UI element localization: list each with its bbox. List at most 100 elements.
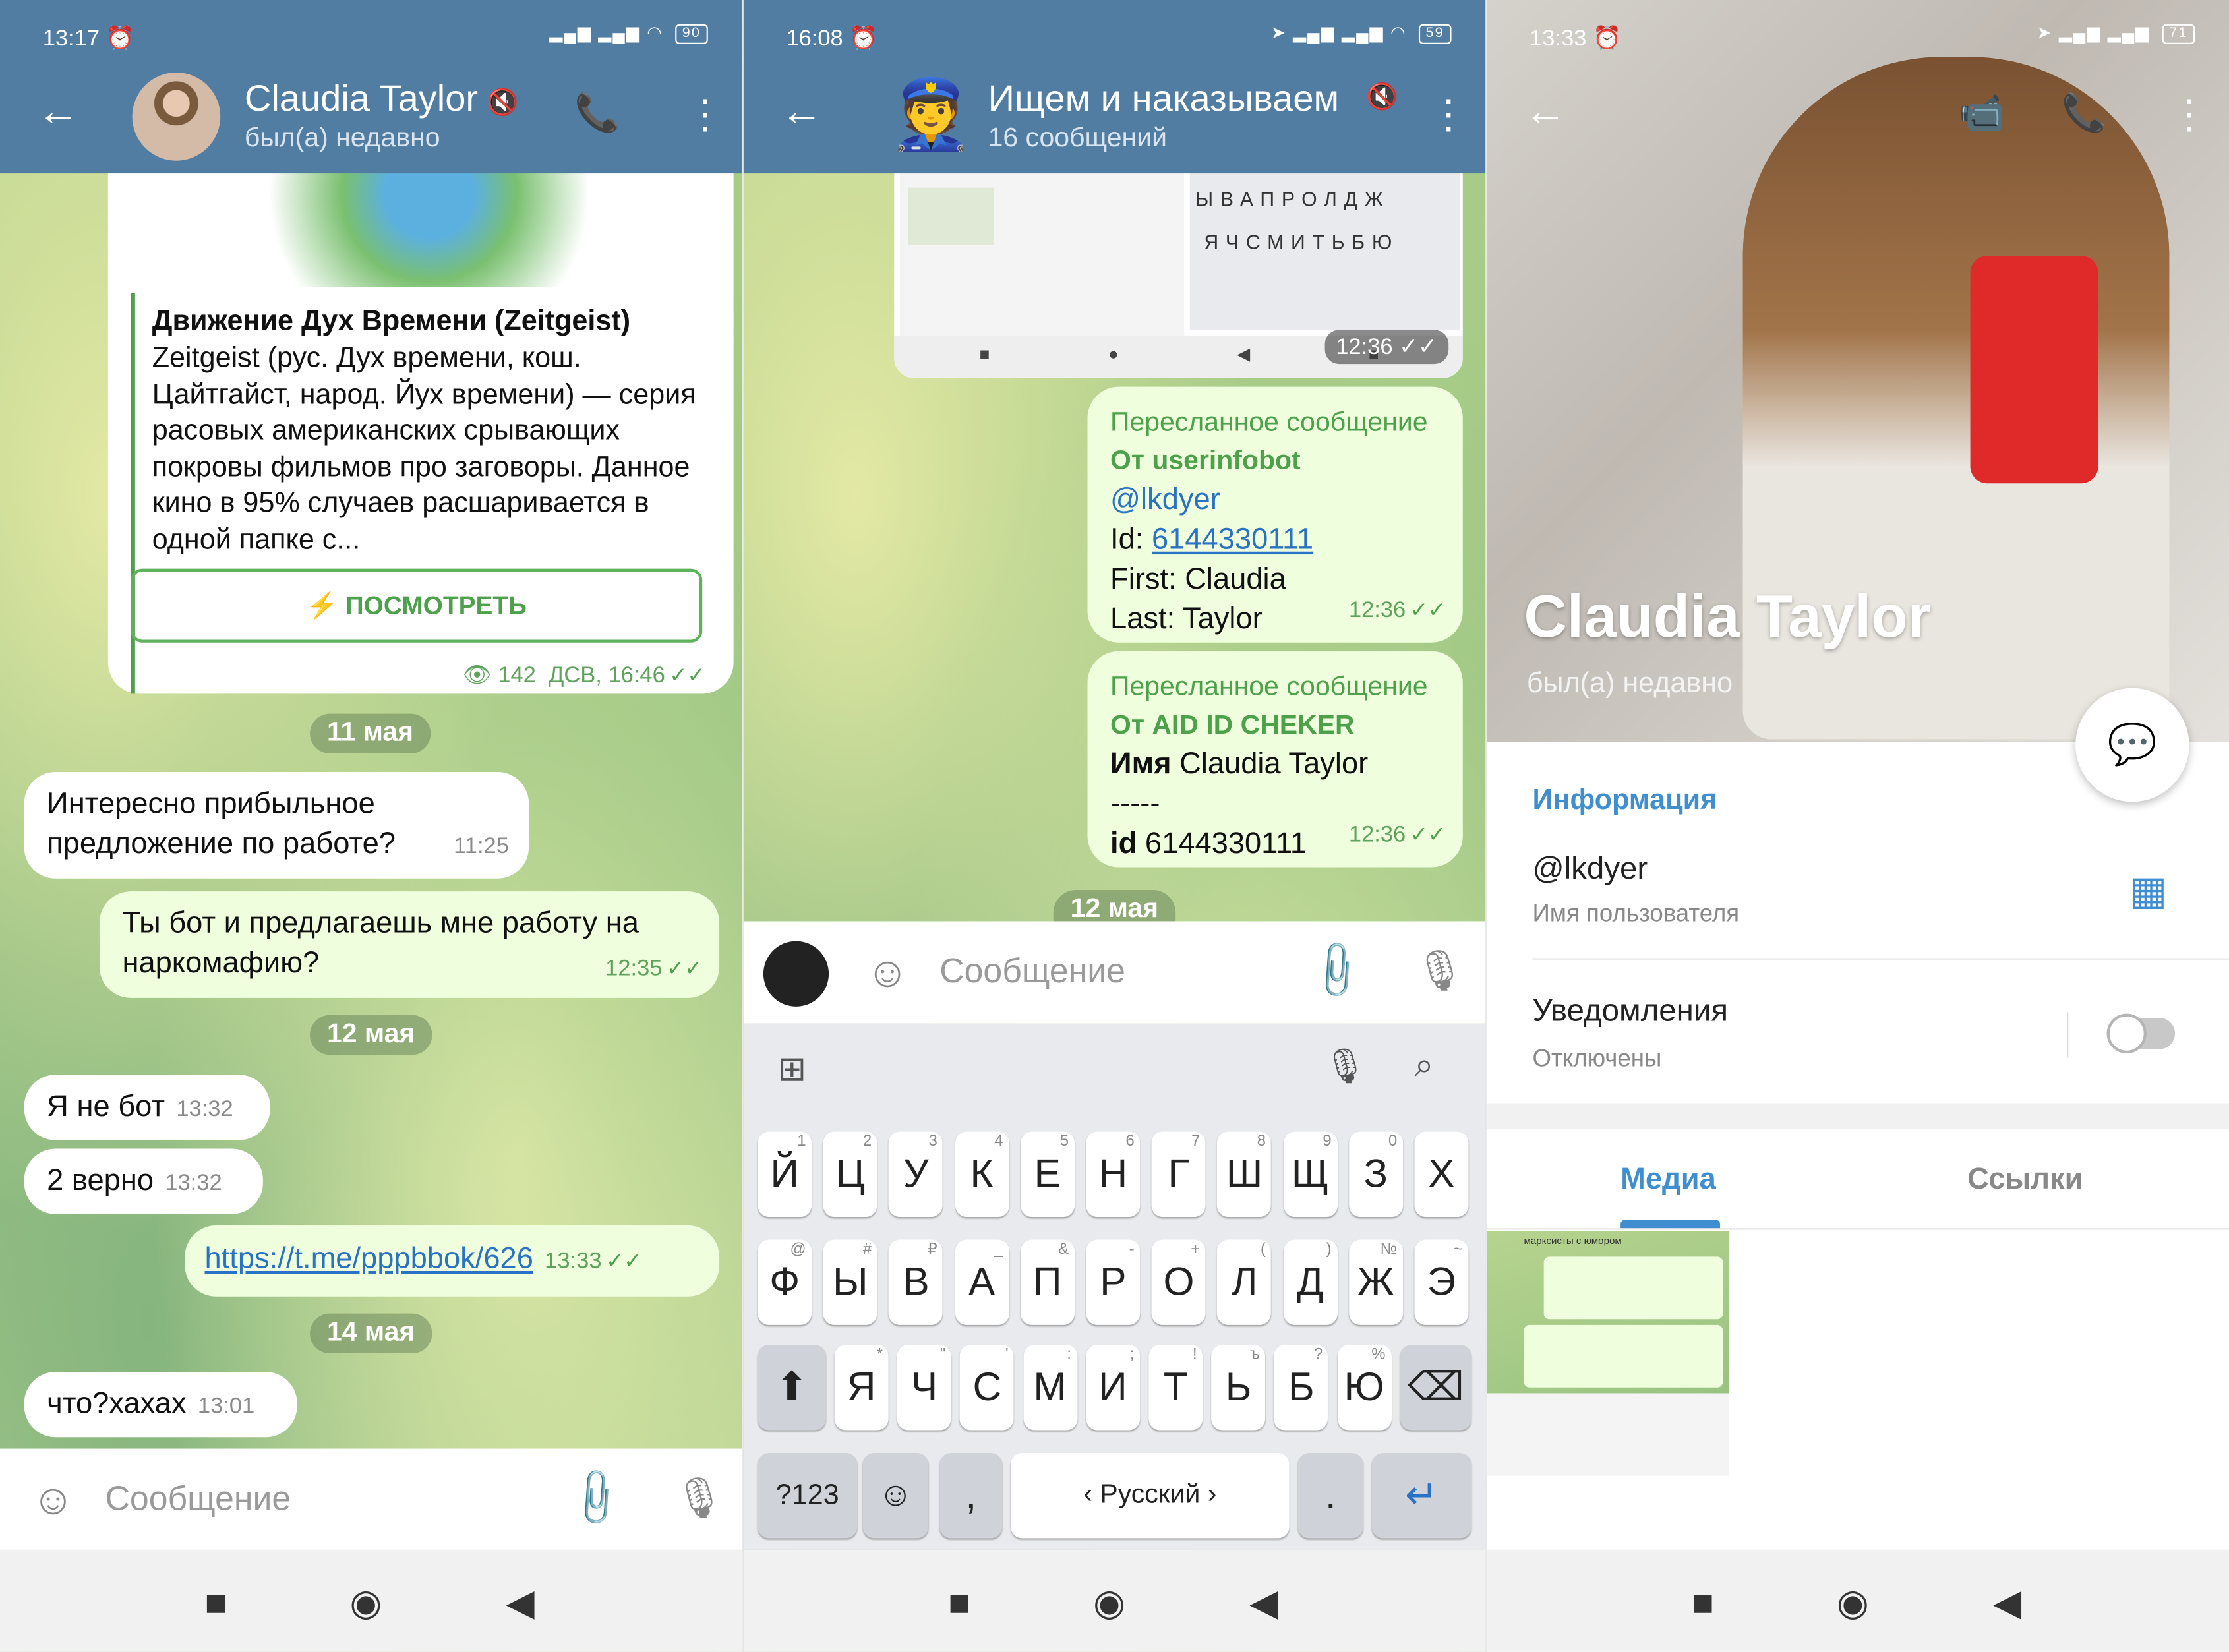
- incoming-message[interactable]: 2 верно 13:32: [24, 1148, 263, 1214]
- key-3[interactable]: С ': [960, 1345, 1015, 1431]
- image-message[interactable]: ЫВАПРОЛДЖ ЯЧСМИТЬБЮ ■ ● ◀ ■ 12:36 ✓✓: [894, 156, 1463, 378]
- incoming-message[interactable]: Интересно прибыльное предложение по рабо…: [24, 772, 529, 879]
- period-key[interactable]: .: [1297, 1453, 1363, 1539]
- key-4[interactable]: М:: [1023, 1345, 1077, 1431]
- chat-title[interactable]: Ищем и наказываем: [988, 76, 1398, 121]
- key-1[interactable]: Й1: [758, 1131, 812, 1218]
- key-11[interactable]: Э ~: [1414, 1239, 1469, 1325]
- key-5[interactable]: Е5: [1020, 1131, 1075, 1218]
- message-input[interactable]: Сообщение: [105, 1480, 291, 1519]
- forwarded-message[interactable]: Пересланное сообщение От AID ID CHEKER И…: [1087, 651, 1463, 868]
- voice-input-icon[interactable]: 🎙: [1323, 1046, 1367, 1088]
- key-6[interactable]: Т!: [1148, 1345, 1203, 1431]
- message-input[interactable]: Сообщение: [939, 953, 1125, 992]
- phone-icon[interactable]: 📞: [574, 91, 620, 135]
- incoming-message[interactable]: Я не бот 13:32: [24, 1075, 270, 1140]
- key-2[interactable]: Ц2: [823, 1131, 877, 1218]
- key-2[interactable]: Ч ": [897, 1345, 951, 1431]
- back-arrow-icon[interactable]: ←: [37, 90, 80, 134]
- key-4[interactable]: К4: [955, 1131, 1009, 1218]
- preview-text: Zeitgeist (рус. Дух времени, кош. Цайтга…: [152, 342, 696, 556]
- back-nav-icon[interactable]: ◀: [506, 1581, 535, 1625]
- police-avatar-icon[interactable]: 👮: [889, 74, 974, 155]
- emoji-icon[interactable]: ☺: [866, 950, 909, 998]
- view-button[interactable]: ⚡ ПОСМОТРЕТЬ: [131, 568, 703, 643]
- key-3[interactable]: В ₽: [889, 1239, 943, 1325]
- key-8[interactable]: Ш8: [1217, 1131, 1272, 1218]
- key-5[interactable]: П &: [1020, 1239, 1075, 1325]
- key-6[interactable]: Н6: [1086, 1131, 1141, 1218]
- more-icon[interactable]: ⋮: [2169, 91, 2209, 138]
- home-icon[interactable]: ◉: [1093, 1581, 1125, 1625]
- outgoing-message[interactable]: https://t.me/pppbbok/626 13:33 ✓✓: [185, 1225, 720, 1297]
- key-7[interactable]: Ьъ: [1211, 1345, 1266, 1431]
- id-link[interactable]: 6144330111: [1152, 523, 1313, 556]
- home-icon[interactable]: ◉: [1837, 1581, 1869, 1625]
- key-7[interactable]: О +: [1151, 1239, 1206, 1325]
- attach-icon[interactable]: 📎: [562, 1463, 630, 1532]
- microphone-icon[interactable]: 🎙: [1414, 947, 1465, 993]
- media-thumbnail[interactable]: марксисты с юмором: [1487, 1231, 1729, 1476]
- microphone-icon[interactable]: 🎙: [674, 1474, 725, 1521]
- chat-title[interactable]: Claudia Taylor 🔇: [245, 76, 519, 121]
- key-1[interactable]: Я *: [834, 1345, 889, 1431]
- key-2[interactable]: Ы #: [823, 1239, 877, 1325]
- avatar[interactable]: [132, 72, 221, 161]
- forward-source[interactable]: От AID ID CHEKER: [1110, 707, 1440, 745]
- phone-icon[interactable]: 📞: [2062, 91, 2108, 135]
- key-4[interactable]: А _: [955, 1239, 1009, 1325]
- enter-key[interactable]: ↵: [1371, 1453, 1471, 1539]
- key-10[interactable]: Ж №: [1348, 1239, 1403, 1325]
- username-mention[interactable]: @lkdyer: [1110, 481, 1440, 520]
- more-icon[interactable]: ⋮: [1429, 91, 1468, 138]
- message-link[interactable]: https://t.me/pppbbok/626: [205, 1243, 533, 1276]
- key-alt-label: *: [876, 1346, 883, 1364]
- apps-grid-icon[interactable]: ⊞: [777, 1049, 806, 1091]
- comma-key[interactable]: ,: [939, 1453, 1003, 1539]
- key-8[interactable]: Л(: [1217, 1239, 1272, 1325]
- forward-source[interactable]: От userinfobot: [1110, 442, 1440, 481]
- space-key[interactable]: ‹ Русский ›: [1011, 1453, 1290, 1539]
- key-5[interactable]: И;: [1085, 1345, 1140, 1431]
- key-3[interactable]: У3: [889, 1131, 943, 1218]
- username-value[interactable]: @lkdyer: [1532, 850, 1648, 887]
- key-8[interactable]: Б?: [1274, 1345, 1328, 1431]
- forwarded-message[interactable]: Пересланное сообщение От userinfobot @lk…: [1087, 386, 1463, 643]
- message-text: Я не бот: [47, 1090, 165, 1123]
- home-icon[interactable]: ◉: [349, 1581, 382, 1625]
- key-alt-label: ₽: [927, 1241, 937, 1258]
- key-1[interactable]: Ф @: [758, 1239, 812, 1325]
- emoji-key[interactable]: ☺: [862, 1453, 929, 1539]
- back-nav-icon[interactable]: ◀: [1993, 1581, 2021, 1625]
- video-call-icon[interactable]: 📹: [1959, 91, 2005, 135]
- recents-icon[interactable]: ■: [205, 1581, 227, 1625]
- back-arrow-icon[interactable]: ←: [1524, 90, 1567, 134]
- emoji-icon[interactable]: ☺: [31, 1477, 74, 1525]
- symbols-key[interactable]: ?123: [758, 1453, 858, 1539]
- key-9[interactable]: Ю%: [1337, 1345, 1392, 1431]
- key-9[interactable]: Д): [1283, 1239, 1338, 1325]
- more-icon[interactable]: ⋮: [685, 91, 725, 138]
- tab-media[interactable]: Медиа: [1620, 1163, 1716, 1197]
- back-nav-icon[interactable]: ◀: [1249, 1581, 1278, 1625]
- key-11[interactable]: Х: [1414, 1131, 1469, 1218]
- tab-links[interactable]: Ссылки: [1967, 1163, 2083, 1197]
- incoming-message[interactable]: что?хахах 13:01: [24, 1372, 297, 1438]
- qr-code-icon[interactable]: ▦: [2129, 868, 2167, 914]
- key-10[interactable]: З0: [1348, 1131, 1403, 1218]
- sticker-avatar-icon[interactable]: [763, 941, 829, 1007]
- key-9[interactable]: Щ9: [1283, 1131, 1338, 1218]
- recents-icon[interactable]: ■: [948, 1581, 970, 1625]
- key-6[interactable]: Р-: [1086, 1239, 1141, 1325]
- keyboard-search-icon[interactable]: ⌕: [1414, 1046, 1433, 1086]
- back-arrow-icon[interactable]: ←: [781, 90, 823, 134]
- outgoing-message[interactable]: Ты бот и предлагаешь мне работу на нарко…: [99, 891, 720, 998]
- notifications-toggle[interactable]: [2106, 1013, 2176, 1054]
- shift-key[interactable]: ⬆: [758, 1345, 826, 1431]
- preview-image[interactable]: [153, 170, 705, 287]
- message-button-icon[interactable]: 💬: [2075, 688, 2189, 802]
- backspace-key[interactable]: ⌫: [1400, 1345, 1471, 1431]
- key-7[interactable]: Г7: [1151, 1131, 1206, 1218]
- recents-icon[interactable]: ■: [1692, 1581, 1714, 1625]
- attach-icon[interactable]: 📎: [1303, 936, 1371, 1005]
